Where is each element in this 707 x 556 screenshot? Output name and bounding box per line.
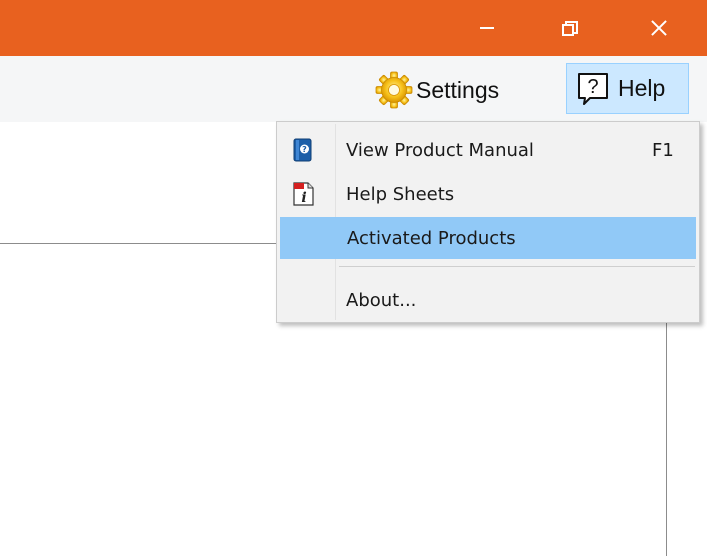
menu-item-shortcut: F1 xyxy=(652,139,674,161)
settings-label: Settings xyxy=(416,76,500,103)
close-icon xyxy=(651,20,667,36)
restore-icon xyxy=(562,21,578,36)
pdf-info-icon: i xyxy=(293,182,314,206)
help-question-icon: ? xyxy=(578,72,608,105)
help-button[interactable]: ? Help xyxy=(566,63,689,114)
content-divider-horizontal xyxy=(0,243,280,244)
help-label: Help xyxy=(618,75,666,101)
settings-button[interactable]: Settings xyxy=(370,64,550,116)
menu-item-help-sheets[interactable]: i Help Sheets xyxy=(280,173,696,215)
close-button[interactable] xyxy=(634,0,684,56)
product-manual-book-icon: ? xyxy=(293,138,312,162)
svg-text:i: i xyxy=(301,190,306,206)
menu-item-view-product-manual[interactable]: ? View Product Manual F1 xyxy=(280,129,696,171)
minimize-button[interactable] xyxy=(462,0,512,56)
menu-item-label: View Product Manual xyxy=(346,139,534,161)
gear-icon xyxy=(375,71,413,109)
window-title-bar xyxy=(0,0,707,56)
restore-button[interactable] xyxy=(544,0,594,56)
menu-item-about[interactable]: About... xyxy=(280,279,696,321)
menu-item-activated-products[interactable]: Activated Products xyxy=(280,217,696,259)
menu-item-label: Help Sheets xyxy=(346,183,455,205)
toolbar: Settings ? Help xyxy=(0,56,707,122)
content-divider-vertical xyxy=(666,322,667,556)
help-dropdown-menu: ? View Product Manual F1 i Help Sheets A… xyxy=(276,121,700,323)
menu-item-label: About... xyxy=(346,289,417,311)
minimize-icon xyxy=(480,27,494,29)
svg-text:?: ? xyxy=(302,145,307,154)
svg-text:?: ? xyxy=(587,76,598,98)
menu-item-label: Activated Products xyxy=(347,227,516,249)
menu-separator xyxy=(339,266,695,267)
